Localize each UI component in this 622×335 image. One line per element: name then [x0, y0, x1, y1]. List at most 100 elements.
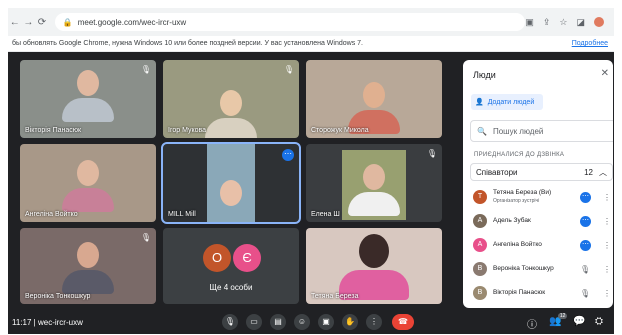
participant-video	[339, 234, 409, 300]
participant-video	[342, 150, 406, 220]
list-item[interactable]: А Адель Зубак ⋯ ⋮	[470, 209, 613, 233]
captions-button[interactable]: ▤	[270, 314, 286, 330]
list-item[interactable]: Т Тетяна Береза (Ви) Організатор зустрічі…	[470, 185, 613, 209]
avatar: В	[473, 286, 487, 300]
video-tile[interactable]: 🎙 Вероніка Тонкошкур	[20, 228, 156, 304]
people-panel: Люди ✕ 👤 Додати людей 🔍 Пошук людей ПРИЄ…	[463, 60, 613, 308]
lock-icon: 🔒	[62, 17, 73, 27]
collaborators-group[interactable]: Співавтори 12 ︿	[470, 163, 613, 181]
video-tile-overflow[interactable]: О Є Ще 4 особи	[163, 228, 299, 304]
person-name: Ангеліна Войтко	[493, 241, 542, 248]
activities-icon[interactable]: ⛭	[595, 316, 603, 327]
url-text: meet.google.com/wec-ircr-uxw	[77, 17, 187, 27]
participant-video	[205, 90, 257, 138]
avatar: А	[473, 238, 487, 252]
search-icon: 🔍	[477, 126, 487, 136]
camera-button[interactable]: ▭	[246, 314, 262, 330]
participant-name: Елена Ш	[311, 211, 340, 218]
group-label: Співавтори	[476, 167, 518, 177]
add-people-button[interactable]: 👤 Додати людей	[471, 94, 543, 110]
video-tile[interactable]: Ангеліна Войтко	[20, 144, 156, 222]
more-vert-icon[interactable]: ⋮	[603, 265, 611, 274]
panel-title: Люди	[473, 70, 496, 80]
video-tile[interactable]: 🎙 Елена Ш	[306, 144, 442, 222]
close-icon[interactable]: ✕	[601, 68, 609, 79]
screen-photo: ← → ⟳ 🔒 meet.google.com/wec-ircr-uxw ▣ ⇪…	[0, 0, 622, 335]
add-people-label: Додати людей	[487, 98, 535, 106]
update-infobar: бы обновлять Google Chrome, нужна Window…	[8, 36, 614, 52]
more-options-icon[interactable]: ⋯	[282, 149, 294, 161]
star-icon[interactable]: ☆	[559, 17, 567, 28]
video-tile[interactable]: 🎙 Вікторія Панасюк	[20, 60, 156, 138]
person-name: Вероніка Тонкошкур	[493, 265, 554, 272]
avatar: Т	[473, 190, 487, 204]
more-vert-icon[interactable]: ⋮	[603, 289, 611, 298]
speaking-indicator-icon: ⋯	[580, 239, 591, 251]
more-participants-label: Ще 4 особи	[209, 283, 253, 292]
search-placeholder: Пошук людей	[492, 126, 544, 136]
speaking-indicator-icon: ⋯	[580, 191, 591, 203]
add-person-icon: 👤	[475, 99, 484, 106]
participant-count-badge: 12	[557, 313, 568, 319]
address-bar[interactable]: 🔒 meet.google.com/wec-ircr-uxw	[54, 13, 526, 31]
clock-time: 11:17	[12, 318, 32, 327]
end-call-button[interactable]: ☎	[392, 314, 414, 330]
people-search-input[interactable]: 🔍 Пошук людей	[470, 120, 613, 142]
info-icon[interactable]: ⓘ	[527, 316, 537, 331]
mic-off-icon: 🎙	[580, 264, 591, 274]
participant-name: Сторожук Микола	[311, 127, 369, 134]
meeting-meta: 11:17 | wec-ircr-uxw	[12, 318, 83, 327]
participant-name: Ангеліна Войтко	[25, 211, 78, 218]
present-button[interactable]: ▣	[318, 314, 334, 330]
mic-off-icon: 🎙	[426, 149, 437, 158]
browser-toolbar: ← → ⟳ 🔒 meet.google.com/wec-ircr-uxw ▣ ⇪…	[8, 8, 614, 37]
mic-off-icon: 🎙	[140, 65, 151, 74]
participant-name: MILL Mill	[168, 211, 196, 218]
camera-icon[interactable]: ▣	[525, 17, 534, 28]
participant-avatar: Є	[233, 244, 261, 272]
mic-off-icon: 🎙	[283, 65, 294, 74]
extensions-icon[interactable]: ◪	[576, 17, 585, 28]
participant-name: Ігор Мукова	[168, 127, 207, 134]
participant-name: Тетяна Береза	[311, 293, 359, 300]
back-icon[interactable]: ←	[8, 17, 22, 28]
more-vert-icon[interactable]: ⋮	[603, 193, 611, 202]
chevron-up-icon[interactable]: ︿	[599, 167, 607, 178]
raise-hand-button[interactable]: ✋	[342, 314, 358, 330]
reload-icon[interactable]: ⟳	[35, 17, 49, 28]
people-icon[interactable]: 👥 12	[549, 313, 568, 327]
forward-icon[interactable]: →	[22, 17, 36, 28]
person-role: Організатор зустрічі	[493, 198, 540, 204]
emoji-button[interactable]: ☺	[294, 314, 310, 330]
list-item[interactable]: В Вікторія Панасюк 🎙 ⋮	[470, 281, 613, 305]
mic-off-icon: 🎙	[140, 233, 151, 242]
mic-button[interactable]: 🎙	[222, 314, 238, 330]
list-item[interactable]: А Ангеліна Войтко ⋯ ⋮	[470, 233, 613, 257]
more-vert-icon[interactable]: ⋮	[603, 217, 611, 226]
person-name: Вікторія Панасюк	[493, 289, 546, 296]
people-list: Т Тетяна Береза (Ви) Організатор зустрічі…	[470, 185, 613, 305]
person-name: Адель Зубак	[493, 217, 531, 224]
more-options-button[interactable]: ⋮	[366, 314, 382, 330]
group-count: 12	[584, 167, 593, 177]
participant-video	[62, 160, 114, 212]
participant-name: Вікторія Панасюк	[25, 127, 82, 134]
share-icon[interactable]: ⇪	[543, 17, 551, 28]
speaking-indicator-icon: ⋯	[580, 215, 591, 227]
avatar: В	[473, 262, 487, 276]
browser-actions: ▣ ⇪ ☆ ◪	[525, 16, 614, 28]
video-tile-active[interactable]: ⋯ MILL Mill	[161, 142, 301, 224]
video-tile[interactable]: 🎙 Ігор Мукова	[163, 60, 299, 138]
profile-avatar[interactable]	[594, 16, 604, 27]
infobar-message: бы обновлять Google Chrome, нужна Window…	[12, 40, 363, 47]
video-tile[interactable]: Тетяна Береза	[306, 228, 442, 304]
participant-video	[207, 144, 255, 222]
meeting-code: wec-ircr-uxw	[37, 318, 83, 327]
chat-icon[interactable]: 💬	[573, 316, 585, 327]
infobar-more-link[interactable]: Подробнее	[572, 40, 608, 47]
list-item[interactable]: В Вероніка Тонкошкур 🎙 ⋮	[470, 257, 613, 281]
more-vert-icon[interactable]: ⋮	[603, 241, 611, 250]
avatar: А	[473, 214, 487, 228]
mic-off-icon: 🎙	[580, 288, 591, 298]
video-tile[interactable]: Сторожук Микола	[306, 60, 442, 138]
